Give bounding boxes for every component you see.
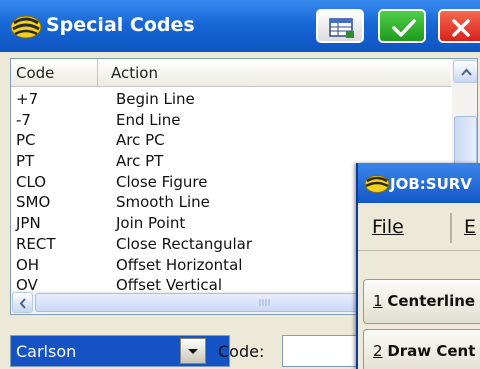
code-cell: PT bbox=[16, 152, 35, 171]
ok-button[interactable] bbox=[378, 9, 426, 43]
action-cell: Arc PC bbox=[116, 131, 165, 150]
code-cell: OH bbox=[16, 255, 40, 274]
title-bar: Special Codes bbox=[0, 0, 480, 52]
action-cell: Close Rectangular bbox=[116, 234, 252, 253]
centerline-button-label: 1 Centerline bbox=[373, 292, 475, 310]
table-view-button[interactable] bbox=[316, 9, 364, 43]
action-cell: Offset Horizontal bbox=[116, 255, 243, 274]
column-header-code[interactable]: Code bbox=[11, 59, 98, 87]
action-cell: Smooth Line bbox=[116, 193, 210, 212]
menu-second[interactable]: E bbox=[464, 216, 476, 238]
code-cell: RECT bbox=[16, 234, 56, 253]
code-cell: +7 bbox=[16, 90, 39, 108]
code-label: Code: bbox=[218, 342, 265, 361]
chevron-up-icon bbox=[461, 68, 472, 76]
action-cell: Arc PT bbox=[116, 152, 164, 171]
job-title-bar: JOB:SURV bbox=[358, 163, 480, 203]
column-header-code-label: Code bbox=[16, 64, 55, 82]
list-item[interactable]: PC Arc PC bbox=[11, 130, 451, 151]
list-header: Code Action bbox=[11, 59, 451, 87]
draw-centerline-button[interactable]: 2 Draw Cent bbox=[363, 329, 480, 369]
code-cell: -7 bbox=[16, 110, 31, 129]
job-window: JOB:SURV File E 1 Centerline 2 Draw Cent bbox=[356, 163, 480, 369]
checkmark-icon bbox=[392, 19, 416, 37]
list-item[interactable]: +7 Begin Line bbox=[11, 89, 451, 110]
close-icon bbox=[452, 19, 470, 37]
action-cell: Join Point bbox=[116, 214, 186, 233]
job-window-title: JOB:SURV bbox=[390, 175, 472, 193]
code-cell: PC bbox=[16, 131, 36, 150]
centerline-button-number: 1 bbox=[373, 292, 383, 310]
dialog-title: Special Codes bbox=[46, 14, 195, 36]
draw-centerline-button-label: 2 Draw Cent bbox=[373, 342, 475, 360]
list-item[interactable]: -7 End Line bbox=[11, 110, 451, 131]
scroll-left-button[interactable] bbox=[12, 292, 33, 313]
menu-separator bbox=[450, 213, 452, 243]
scroll-up-button[interactable] bbox=[453, 60, 477, 83]
chevron-down-icon bbox=[188, 349, 198, 354]
table-icon bbox=[329, 18, 354, 38]
draw-centerline-button-text: Draw Cent bbox=[387, 342, 476, 360]
chevron-left-icon bbox=[19, 298, 26, 309]
carlson-logo-icon bbox=[10, 15, 42, 39]
code-cell: CLO bbox=[16, 172, 47, 191]
code-set-value: Carlson bbox=[16, 342, 77, 361]
draw-centerline-button-number: 2 bbox=[373, 342, 383, 360]
menu-file[interactable]: File bbox=[372, 216, 404, 238]
action-cell: End Line bbox=[116, 110, 181, 129]
centerline-button-text: Centerline bbox=[387, 292, 476, 310]
action-cell: Close Figure bbox=[116, 172, 208, 191]
action-cell: Begin Line bbox=[116, 90, 195, 108]
centerline-button[interactable]: 1 Centerline bbox=[363, 279, 480, 324]
carlson-logo-icon bbox=[364, 175, 390, 193]
code-cell: SMO bbox=[16, 193, 51, 212]
code-set-dropdown-button[interactable] bbox=[180, 338, 206, 364]
column-header-action[interactable]: Action bbox=[111, 64, 158, 82]
job-menu-bar: File E bbox=[358, 207, 480, 251]
code-cell: JPN bbox=[16, 214, 41, 233]
close-button[interactable] bbox=[438, 9, 480, 43]
